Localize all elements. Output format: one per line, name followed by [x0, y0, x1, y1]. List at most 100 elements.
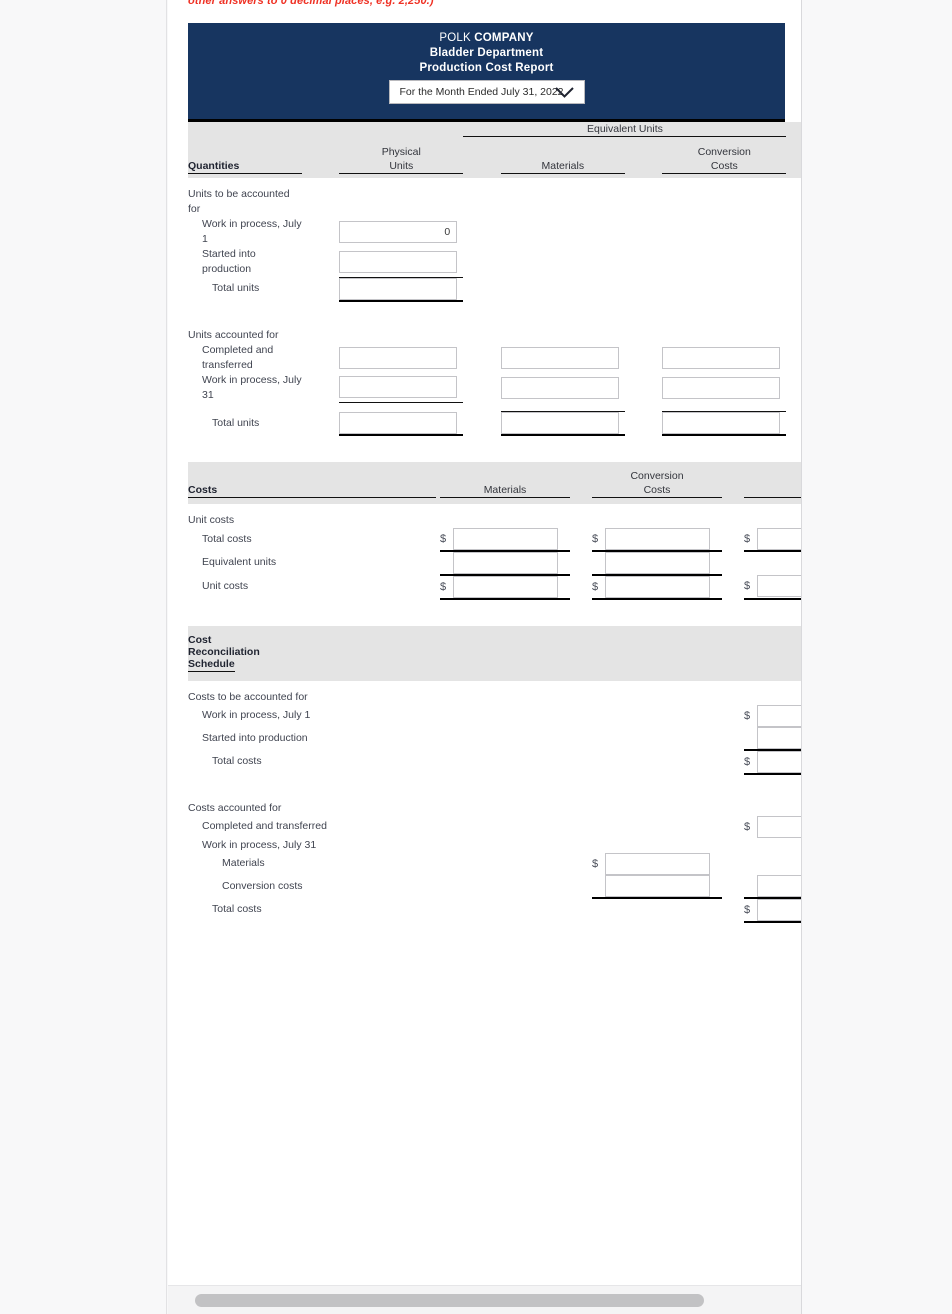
units-to-be-accounted-label: Units to be accounted for [188, 188, 290, 215]
row-label-total-units-1: Total units [212, 282, 260, 295]
input-completed-physical[interactable] [339, 346, 458, 369]
dollar-sign: $ [440, 580, 447, 593]
cell-recon-started [744, 726, 801, 751]
input-totalunits2-physical[interactable] [339, 411, 458, 434]
dollar-sign: $ [592, 532, 599, 545]
dollar-sign: $ [744, 755, 751, 768]
cell-recon-conversion [592, 874, 722, 899]
input-unitcosts-materials[interactable] [453, 575, 558, 598]
input-recon-total-costs-1[interactable] [757, 750, 801, 773]
recon-title-line3-text: Schedule [188, 657, 235, 672]
page-root: other answers to 0 decimal places, e.g. … [0, 0, 952, 1314]
cell-equivunits-conversion [592, 550, 722, 576]
company-name: POLK COMPANY [188, 31, 785, 46]
left-gutter [0, 0, 167, 1314]
recon-title-line1: Cost [188, 633, 212, 646]
report-title: Production Cost Report [419, 62, 554, 74]
cell-recon-wip-july1: $ [744, 704, 801, 727]
input-totalunits2-materials[interactable] [500, 412, 619, 434]
costs-accounted-for: Costs accounted for Completed and transf… [188, 801, 801, 923]
cell-totalcosts-conversion: $ [592, 527, 722, 552]
dollar-sign: $ [744, 903, 751, 916]
horizontal-scrollbar[interactable] [168, 1285, 801, 1314]
input-recon-materials[interactable] [605, 852, 710, 875]
input-unitcosts-conversion[interactable] [605, 575, 710, 598]
input-recon-conversion[interactable] [605, 874, 710, 897]
input-totalcosts-materials[interactable] [453, 527, 558, 550]
section-spacer-3 [188, 600, 801, 626]
cell-recon-total-costs-1: $ [744, 749, 801, 775]
row-label-recon-wip-july1: Work in process, July 1 [202, 709, 311, 721]
input-completed-conversion[interactable] [662, 346, 781, 369]
input-wip-july1-physical[interactable] [339, 221, 458, 243]
cell-totalunits2-materials [500, 411, 625, 436]
row-label-unit-costs: Unit costs [202, 580, 249, 592]
cell-totalunits2-conversion [662, 411, 787, 436]
section-spacer-2 [188, 436, 801, 462]
row-label-equivalent-units-cost: Equivalent units [202, 556, 277, 568]
cell-equivunits-materials [440, 550, 570, 576]
cell-recon-materials: $ [592, 852, 722, 875]
right-gutter [801, 0, 952, 1314]
costs-col-total [744, 483, 801, 498]
quantities-header: Equivalent Units Physical Conversion Qua… [188, 122, 801, 178]
dollar-sign: $ [744, 532, 751, 545]
col-physical-units-line1: Physical [381, 145, 421, 158]
cell-totalcosts-materials: $ [440, 527, 570, 552]
input-wip31-physical[interactable] [339, 376, 458, 399]
costs-to-be-accounted-label: Costs to be accounted for [188, 690, 308, 703]
cell-recon-completed: $ [744, 815, 801, 838]
input-recon-total-costs-2[interactable] [757, 898, 801, 921]
input-total-units-physical[interactable] [339, 277, 458, 300]
recon-title-line3: Schedule [188, 658, 298, 674]
input-totalcosts-total[interactable] [757, 527, 801, 550]
input-equivunits-conversion[interactable] [605, 551, 710, 574]
period-select[interactable]: For the Month Ended July 31, 2022 [388, 80, 585, 104]
recon-title-line2: Reconciliation [188, 645, 260, 658]
cell-recon-conversion-extra [744, 874, 801, 899]
input-recon-conversion-extra[interactable] [757, 874, 801, 897]
row-label-recon-total-costs-1: Total costs [212, 755, 262, 767]
scrollbar-thumb[interactable] [195, 1294, 704, 1307]
input-wip31-conversion[interactable] [662, 376, 781, 399]
row-label-recon-conversion-costs: Conversion costs [222, 879, 303, 892]
cell-totalunits2-physical [339, 411, 464, 436]
input-started-physical[interactable] [339, 250, 458, 273]
input-recon-started[interactable] [757, 726, 801, 749]
input-completed-materials[interactable] [500, 346, 619, 369]
cost-reconciliation-header: Cost Reconciliation Schedule [188, 625, 801, 681]
company-name-main: COMPANY [474, 32, 534, 44]
units-accounted-label: Units accounted for [188, 328, 279, 341]
units-to-be-accounted-for: Units to be accounted for Work in proces… [188, 178, 801, 302]
row-label-wip-july1: Work in process, July 1 [202, 218, 302, 245]
cell-wip31-materials [500, 373, 625, 403]
cell-completed-physical [339, 343, 463, 373]
row-label-total-units-2: Total units [212, 416, 260, 429]
input-unitcosts-total[interactable] [757, 575, 801, 597]
row-label-wip-july31-units: Work in process, July 31 [202, 373, 302, 401]
dollar-sign: $ [592, 857, 599, 870]
costs-accounted-label: Costs accounted for [188, 801, 282, 814]
content-area: other answers to 0 decimal places, e.g. … [168, 0, 801, 1314]
dollar-sign: $ [592, 580, 599, 593]
cell-wip31-conversion [662, 373, 786, 403]
input-totalcosts-conversion[interactable] [605, 527, 710, 550]
input-totalunits2-conversion[interactable] [662, 412, 781, 434]
costs-col-conversion-line2: Costs [592, 483, 722, 498]
input-equivunits-materials[interactable] [453, 551, 558, 574]
col-materials-header: Materials [500, 158, 625, 174]
section-spacer-1 [188, 302, 801, 328]
row-label-recon-total-costs-2: Total costs [212, 903, 262, 915]
cell-completed-materials [500, 343, 625, 373]
cell-unitcosts-total: $ [744, 574, 801, 600]
row-label-recon-started: Started into production [202, 731, 308, 744]
input-recon-completed[interactable] [757, 815, 801, 838]
unit-costs-label: Unit costs [188, 513, 235, 526]
input-wip31-materials[interactable] [500, 376, 619, 399]
costs-to-be-accounted-for: Costs to be accounted for Work in proces… [188, 681, 801, 775]
cell-recon-total-costs-2: $ [744, 897, 801, 923]
input-recon-wip-july1[interactable] [757, 704, 801, 727]
department-name: Bladder Department [429, 47, 544, 59]
row-label-recon-wip-july31: Work in process, July 31 [202, 838, 317, 851]
costs-header: Conversion Costs Materials Costs [188, 462, 801, 504]
